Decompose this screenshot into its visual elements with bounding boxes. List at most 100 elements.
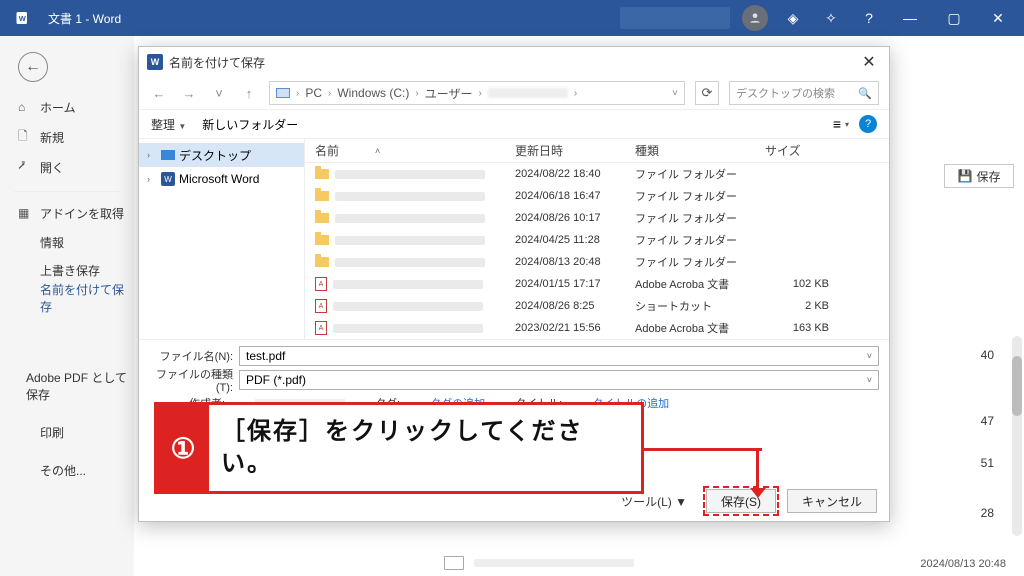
tree-msword[interactable]: ›WMicrosoft Word (139, 167, 304, 191)
new-icon: 🗋 (18, 127, 34, 148)
file-kind: ファイル フォルダー (635, 232, 765, 248)
path-pc[interactable]: PC (305, 86, 322, 100)
col-size[interactable]: サイズ (765, 142, 835, 159)
file-size: 2 KB (765, 300, 835, 312)
nav-up-icon[interactable]: ↑ (239, 86, 259, 101)
pdf-icon: A (315, 277, 327, 291)
scrollbar-thumb[interactable] (1012, 356, 1022, 416)
chevron-right-icon: › (147, 174, 157, 184)
vertical-scrollbar[interactable] (1012, 336, 1022, 536)
nav-new[interactable]: 🗋 新規 (0, 122, 134, 152)
path-drive[interactable]: Windows (C:) (337, 86, 409, 100)
refresh-icon: ⟳ (702, 85, 713, 101)
callout-arrow-head (750, 488, 766, 498)
path-users[interactable]: ユーザー (425, 85, 473, 102)
home-icon: ⌂ (18, 100, 34, 114)
tree-desktop[interactable]: ›デスクトップ (139, 143, 304, 167)
dialog-search-input[interactable]: デスクトップの検索🔍 (729, 81, 879, 105)
file-row[interactable]: A2024/01/15 17:17Adobe Acroba 文書102 KB (305, 273, 889, 295)
file-row[interactable]: 2024/06/18 16:47ファイル フォルダー (305, 185, 889, 207)
nav-recent-icon[interactable]: ˅ (209, 86, 229, 101)
nav-back-icon[interactable]: ← (149, 86, 169, 101)
account-avatar[interactable] (742, 5, 768, 31)
file-row[interactable]: A2023/02/21 15:56Adobe Acroba 文書163 KB (305, 317, 889, 339)
nav-saveas[interactable]: 名前を付けて保存 (0, 284, 134, 312)
status-datetime: 2024/08/13 20:48 (920, 558, 1006, 570)
file-row[interactable]: 2024/08/13 20:48ファイル フォルダー (305, 251, 889, 273)
filename-label: ファイル名(N): (149, 348, 233, 364)
file-date: 2024/04/25 11:28 (515, 234, 635, 246)
nav-other[interactable]: その他... (0, 456, 134, 484)
chevron-down-icon[interactable]: ˅ (867, 375, 872, 385)
side-num-2: 51 (981, 456, 994, 470)
word-app-icon: W (12, 6, 36, 30)
folder-icon (315, 257, 329, 267)
nav-forward-icon[interactable]: → (179, 86, 199, 101)
window-close-icon[interactable]: ✕ (976, 0, 1020, 36)
col-date[interactable]: 更新日時 (515, 142, 635, 159)
nav-print[interactable]: 印刷 (0, 418, 134, 446)
help-lightbulb-icon[interactable]: ✧ (812, 0, 850, 36)
view-mode-button[interactable]: ≡ ▾ (833, 116, 849, 132)
dialog-help-icon[interactable]: ? (859, 115, 877, 133)
col-name[interactable]: 名前 (315, 142, 339, 159)
cancel-button[interactable]: キャンセル (787, 489, 877, 513)
file-size: 163 KB (765, 322, 835, 334)
file-list-header: 名前 ˄ 更新日時 種類 サイズ (305, 139, 889, 163)
svg-text:W: W (19, 14, 27, 23)
nav-addins-label: アドインを取得 (40, 205, 124, 222)
title-search[interactable] (620, 7, 730, 29)
nav-save[interactable]: 上書き保存 (0, 256, 134, 284)
filename-blurred (333, 280, 483, 289)
file-date: 2024/06/18 16:47 (515, 190, 635, 202)
callout-text: ［保存］をクリックしてください。 (209, 405, 641, 491)
organize-menu[interactable]: 整理 ▼ (151, 116, 186, 133)
col-kind[interactable]: 種類 (635, 142, 765, 159)
filename-value: test.pdf (246, 349, 285, 363)
filename-blurred (335, 192, 485, 201)
filename-input[interactable]: test.pdf ˅ (239, 346, 879, 366)
help-question-icon[interactable]: ? (850, 0, 888, 36)
path-dropdown-icon[interactable]: ˅ (672, 88, 678, 99)
back-button[interactable]: ← (18, 52, 48, 82)
file-date: 2024/08/26 10:17 (515, 212, 635, 224)
address-bar[interactable]: › PC› Windows (C:)› ユーザー› › ˅ (269, 81, 685, 105)
nav-open[interactable]: ⭷開く (0, 152, 134, 182)
new-folder-button[interactable]: 新しいフォルダー (202, 116, 298, 133)
file-row[interactable]: A2024/08/26 8:25ショートカット2 KB (305, 295, 889, 317)
file-kind: ファイル フォルダー (635, 188, 765, 204)
open-icon: ⭷ (18, 157, 34, 178)
file-row[interactable]: 2024/08/26 10:17ファイル フォルダー (305, 207, 889, 229)
dialog-close-icon[interactable]: ✕ (857, 52, 881, 72)
file-kind: Adobe Acroba 文書 (635, 320, 765, 336)
panel-save-button[interactable]: 💾保存 (944, 164, 1014, 188)
filetype-select[interactable]: PDF (*.pdf)˅ (239, 370, 879, 390)
file-date: 2024/08/26 8:25 (515, 300, 635, 312)
refresh-button[interactable]: ⟳ (695, 81, 719, 105)
filename-blurred (335, 214, 485, 223)
word-titlebar: W 文書 1 - Word ◈ ✧ ? — ▢ ✕ (0, 0, 1024, 36)
filename-blurred (333, 324, 483, 333)
chevron-down-icon[interactable]: ˅ (867, 351, 872, 361)
nav-addins[interactable]: ▦アドインを取得 (0, 198, 134, 228)
window-minimize-icon[interactable]: — (888, 0, 932, 36)
dialog-toolbar: 整理 ▼ 新しいフォルダー ≡ ▾ ? (139, 109, 889, 139)
nav-home[interactable]: ⌂ホーム (0, 92, 134, 122)
file-date: 2023/02/21 15:56 (515, 322, 635, 334)
sort-asc-icon[interactable]: ˄ (375, 146, 380, 156)
dialog-nav: ← → ˅ ↑ › PC› Windows (C:)› ユーザー› › ˅ ⟳ … (139, 77, 889, 109)
dialog-title: 名前を付けて保存 (169, 54, 265, 71)
window-maximize-icon[interactable]: ▢ (932, 0, 976, 36)
search-icon: 🔍 (858, 87, 872, 100)
file-row[interactable]: 2024/04/25 11:28ファイル フォルダー (305, 229, 889, 251)
nav-new-label: 新規 (40, 129, 64, 146)
instruction-callout: ① ［保存］をクリックしてください。 (154, 402, 644, 494)
nav-info[interactable]: 情報 (0, 228, 134, 256)
filename-blurred (335, 170, 485, 179)
diamond-icon[interactable]: ◈ (774, 0, 812, 36)
file-row[interactable]: 2024/08/22 18:40ファイル フォルダー (305, 163, 889, 185)
tools-menu[interactable]: ツール(L) ▼ (621, 493, 687, 510)
file-list: 名前 ˄ 更新日時 種類 サイズ 2024/08/22 18:40ファイル フォル… (305, 139, 889, 339)
nav-adobepdf[interactable]: Adobe PDF として保存 (0, 372, 134, 400)
filetype-label: ファイルの種類(T): (149, 366, 233, 394)
